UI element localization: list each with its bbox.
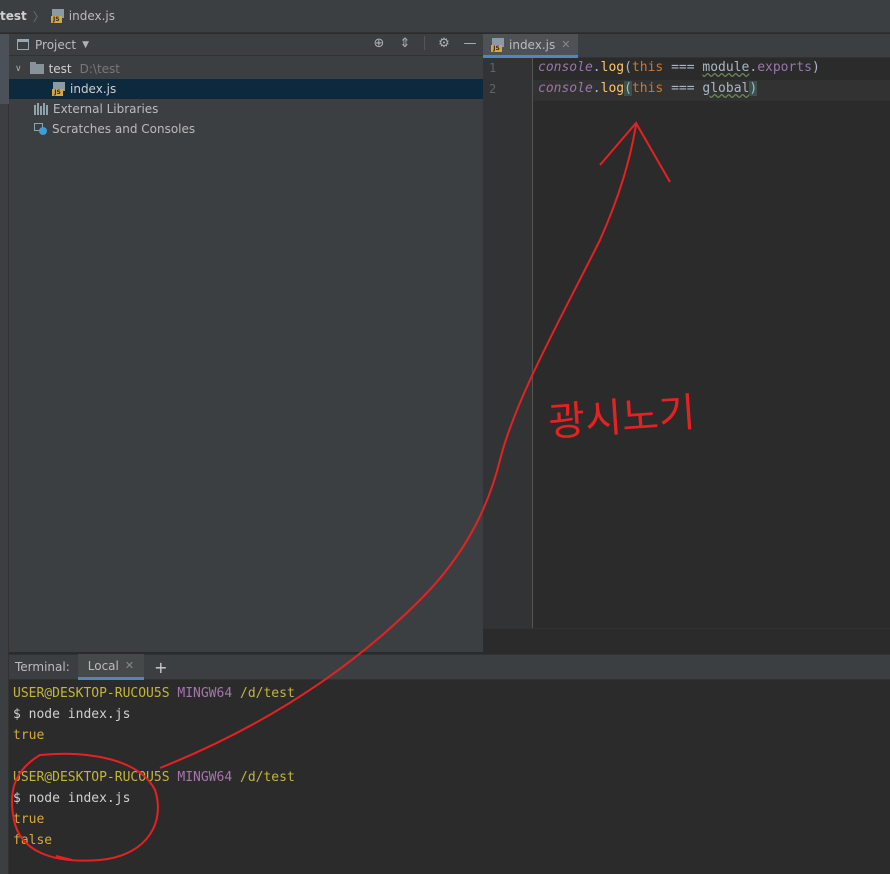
tree-item-external-libraries[interactable]: External Libraries [9, 99, 483, 119]
project-panel: Project ▼ ⊕ ⇕ ⚙ — ∨ test D:\test JS inde… [9, 34, 483, 652]
terminal-output-line: true [13, 812, 45, 827]
terminal-prompt-line: USER@DESKTOP-RUCOU5S MINGW64 /d/test [13, 686, 295, 701]
tree-item-scratches[interactable]: Scratches and Consoles [9, 119, 483, 139]
folder-icon [29, 62, 44, 74]
tool-window-strip [0, 34, 9, 874]
tab-local-terminal[interactable]: Local ✕ [77, 654, 145, 680]
locate-icon[interactable]: ⊕ [372, 36, 386, 51]
collapse-icon[interactable]: ⇕ [398, 36, 412, 51]
tree-item-test[interactable]: ∨ test D:\test [9, 59, 483, 79]
add-icon[interactable]: + [154, 658, 167, 677]
terminal-output-line: true [13, 728, 45, 743]
editor-footer [483, 628, 890, 652]
tree-item-label: test [48, 62, 72, 76]
terminal-header: Terminal: Local ✕ + [9, 654, 890, 680]
library-icon [34, 103, 48, 115]
line-number-gutter: 1 2 [483, 58, 533, 628]
terminal-output[interactable]: USER@DESKTOP-RUCOU5S MINGW64 /d/test $ n… [9, 680, 890, 874]
gear-icon[interactable]: ⚙ [437, 36, 451, 51]
breadcrumb-root[interactable]: test [0, 9, 27, 23]
code-line-1: console.log(this === module.exports) [538, 60, 820, 75]
tab-index-js[interactable]: JS index.js ✕ [483, 34, 579, 58]
close-icon[interactable]: ✕ [125, 659, 134, 672]
js-file-icon: JS [50, 9, 65, 23]
terminal-output-line: false [13, 833, 53, 848]
project-icon [17, 39, 29, 50]
js-file-icon: JS [491, 37, 505, 52]
tree-item-label: External Libraries [53, 102, 159, 116]
close-icon[interactable]: ✕ [561, 38, 570, 51]
tree-item-label: index.js [70, 82, 117, 96]
line-number: 1 [489, 61, 497, 75]
breadcrumb-separator: 〉 [32, 9, 45, 24]
minimize-icon[interactable]: — [463, 36, 477, 51]
project-view-selector[interactable]: Project [35, 38, 76, 52]
terminal-tab-label: Local [87, 658, 119, 673]
navigation-bar: test 〉 JS index.js [0, 0, 890, 33]
tree-item-index-js[interactable]: JS index.js [9, 79, 483, 99]
project-panel-header: Project ▼ ⊕ ⇕ ⚙ — [9, 34, 483, 56]
chevron-down-icon[interactable]: ▼ [82, 40, 89, 50]
tree-item-label: Scratches and Consoles [52, 122, 196, 136]
tab-label: index.js [509, 37, 556, 52]
annotation-text: 광시노기 [546, 389, 697, 447]
terminal-command: $ node index.js [13, 791, 131, 806]
editor-tab-bar: JS index.js ✕ [483, 34, 890, 58]
js-file-icon: JS [52, 82, 66, 96]
toolbar-divider [424, 36, 425, 50]
code-line-2: console.log(this === global) [538, 81, 758, 96]
breadcrumb-file[interactable]: JS index.js [50, 9, 116, 23]
project-tool-button[interactable] [0, 34, 9, 104]
breadcrumb-file-label: index.js [68, 9, 116, 23]
terminal-command: $ node index.js [13, 707, 131, 722]
terminal-label: Terminal: [15, 660, 70, 674]
tree-item-path: D:\test [79, 62, 121, 76]
line-number: 2 [489, 82, 497, 96]
terminal-prompt-line: USER@DESKTOP-RUCOU5S MINGW64 /d/test [13, 770, 295, 785]
scratches-icon [34, 123, 47, 135]
code-editor[interactable]: 1 2 console.log(this === module.exports)… [483, 58, 890, 628]
chevron-down-icon[interactable]: ∨ [15, 64, 22, 74]
